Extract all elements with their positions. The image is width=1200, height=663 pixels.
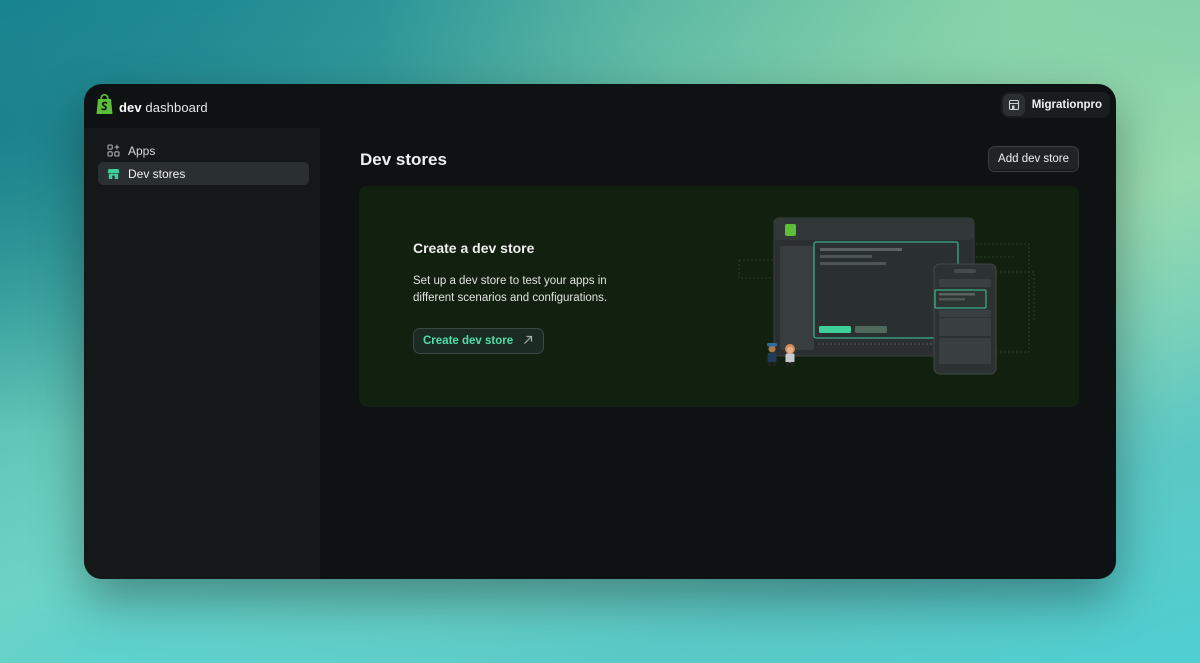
empty-state-card: Create a dev store Set up a dev store to… — [359, 186, 1079, 407]
store-icon — [106, 167, 120, 181]
app-logo[interactable]: dev dashboard — [95, 93, 208, 120]
empty-state-title: Create a dev store — [413, 240, 535, 256]
external-arrow-icon — [523, 335, 533, 348]
sidebar-item-apps[interactable]: Apps — [98, 139, 309, 162]
shopify-bag-icon — [95, 93, 114, 120]
app-window: dev dashboard Migrationpro Apps Dev stor… — [84, 84, 1116, 579]
app-title: dev dashboard — [119, 99, 208, 115]
sidebar-item-label: Dev stores — [128, 166, 186, 181]
dev-store-illustration — [734, 212, 1044, 407]
store-icon — [1002, 94, 1025, 116]
sidebar-item-label: Apps — [128, 143, 156, 158]
top-bar: dev dashboard Migrationpro — [84, 84, 1116, 128]
account-name: Migrationpro — [1031, 99, 1102, 111]
sidebar: Apps Dev stores — [84, 128, 320, 579]
add-dev-store-button[interactable]: Add dev store — [988, 146, 1079, 172]
empty-state-description: Set up a dev store to test your apps in … — [413, 275, 608, 304]
apps-icon — [106, 144, 120, 158]
account-switcher[interactable]: Migrationpro — [1000, 92, 1110, 118]
create-dev-store-button[interactable]: Create dev store — [413, 328, 545, 354]
main-content: Dev stores Add dev store Create a dev st… — [320, 128, 1116, 579]
create-dev-store-label: Create dev store — [423, 335, 514, 347]
page-title: Dev stores — [360, 150, 447, 169]
sidebar-item-dev-stores[interactable]: Dev stores — [98, 162, 309, 185]
